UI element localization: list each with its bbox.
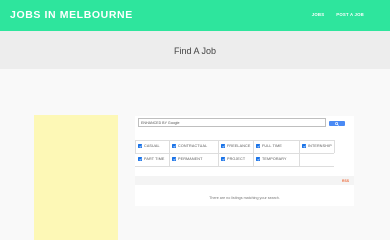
job-type-label: PERMANENT: [178, 157, 203, 161]
job-search-panel: CASUAL CONTRACTUAL FREELANCE FULL TIME I…: [135, 116, 354, 206]
nav-post-a-job-link[interactable]: POST A JOB: [336, 12, 364, 17]
job-type-label: INTERNSHIP: [308, 144, 332, 148]
filter-divider: [135, 166, 334, 167]
search-icon: [335, 121, 339, 126]
main-nav: JOBS POST A JOB: [312, 12, 364, 17]
site-brand[interactable]: JOBS IN MELBOURNE: [10, 9, 133, 21]
job-type-full-time[interactable]: FULL TIME: [256, 142, 282, 150]
job-type-label: CASUAL: [144, 144, 160, 148]
filter-divider: [299, 140, 300, 153]
job-type-temporary[interactable]: TEMPORARY: [256, 155, 287, 163]
filter-divider: [334, 140, 335, 153]
checkbox-checked-icon[interactable]: [172, 144, 176, 148]
job-type-label: TEMPORARY: [262, 157, 287, 161]
job-type-internship[interactable]: INTERNSHIP: [302, 142, 332, 150]
filter-divider: [135, 153, 334, 154]
page-title-bar: Find A Job: [0, 31, 390, 69]
job-type-label: FULL TIME: [262, 144, 282, 148]
checkbox-checked-icon[interactable]: [138, 144, 142, 148]
checkbox-checked-icon[interactable]: [221, 157, 225, 161]
job-type-part-time[interactable]: PART TIME: [138, 155, 165, 163]
checkbox-checked-icon[interactable]: [172, 157, 176, 161]
job-type-label: FREELANCE: [227, 144, 251, 148]
search-box: [138, 118, 326, 127]
site-header: JOBS IN MELBOURNE JOBS POST A JOB: [0, 0, 390, 31]
filter-divider: [253, 140, 254, 166]
checkbox-checked-icon[interactable]: [138, 157, 142, 161]
filter-divider: [299, 153, 300, 166]
search-button[interactable]: [329, 121, 345, 126]
filter-divider: [135, 140, 136, 153]
nav-jobs-link[interactable]: JOBS: [312, 12, 325, 17]
job-type-label: PART TIME: [144, 157, 165, 161]
page-title: Find A Job: [173, 46, 217, 56]
checkbox-checked-icon[interactable]: [256, 157, 260, 161]
search-input[interactable]: [141, 120, 261, 126]
filter-divider: [218, 140, 219, 166]
job-type-project[interactable]: PROJECT: [221, 155, 245, 163]
job-type-label: CONTRACTUAL: [178, 144, 208, 148]
filter-divider: [169, 140, 170, 166]
results-bar: RSS: [135, 176, 354, 185]
job-type-contractual[interactable]: CONTRACTUAL: [172, 142, 207, 150]
no-listings-message: There are no listings matching your sear…: [209, 196, 280, 200]
checkbox-checked-icon[interactable]: [256, 144, 260, 148]
job-type-casual[interactable]: CASUAL: [138, 142, 160, 150]
rss-link[interactable]: RSS: [342, 179, 349, 183]
checkbox-checked-icon[interactable]: [221, 144, 225, 148]
job-type-label: PROJECT: [227, 157, 246, 161]
filter-divider: [135, 140, 334, 141]
checkbox-checked-icon[interactable]: [302, 144, 306, 148]
job-type-freelance[interactable]: FREELANCE: [221, 142, 250, 150]
job-type-permanent[interactable]: PERMANENT: [172, 155, 203, 163]
sidebar-ad: [34, 115, 118, 240]
